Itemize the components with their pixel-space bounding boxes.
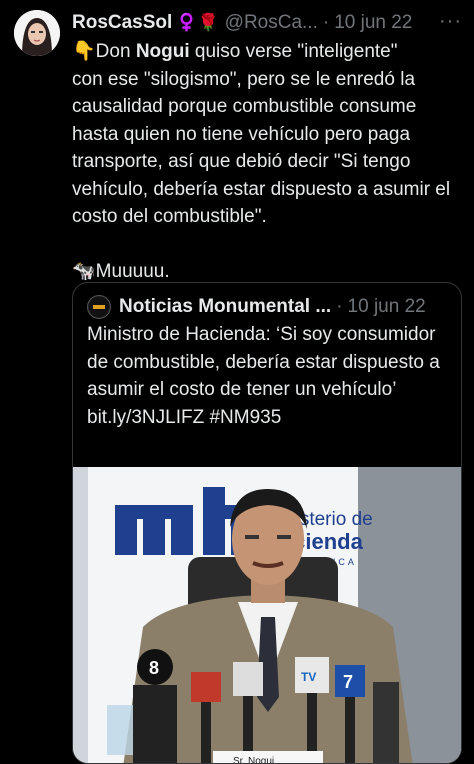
tweet-closing: 🐄Muuuuu.	[72, 258, 464, 286]
press-conference-image: Ministerio de Hacienda COSTA RICA 8	[73, 467, 461, 764]
mentioned-name: Nogui	[135, 41, 190, 62]
tweet-line-1: 👇Don Nogui quiso verse "inteligente"	[72, 38, 464, 66]
avatar-portrait-icon	[14, 10, 60, 56]
quoted-tweet-photo[interactable]: Ministerio de Hacienda COSTA RICA 8	[73, 467, 461, 764]
tweet-text-segment: Don	[95, 41, 136, 62]
tweet-date[interactable]: 10 jun 22	[334, 12, 412, 34]
quoted-author-avatar[interactable]	[87, 295, 111, 319]
quoted-tweet-card[interactable]: Noticias Monumental ... · 10 jun 22 Mini…	[72, 282, 462, 764]
news-logo-icon	[89, 297, 109, 317]
tweet-header: RosCasSol ♀️🌹 @RosCa... · 10 jun 22 ···	[72, 10, 462, 36]
author-handle[interactable]: @RosCa...	[225, 12, 318, 34]
tweet-text-segment: quiso verse "inteligente"	[189, 41, 398, 62]
cow-emoji: 🐄	[72, 260, 96, 282]
quoted-tweet-date[interactable]: 10 jun 22	[348, 296, 426, 318]
quoted-author-name[interactable]: Noticias Monumental ...	[119, 296, 331, 318]
quoted-tweet-text: Ministro de Hacienda: ‘Si soy consumidor…	[87, 324, 440, 428]
tweet-paragraph: con ese "silogismo", pero se le enredó l…	[72, 68, 451, 228]
mic-label-tv: TV	[301, 670, 316, 684]
pointing-down-emoji: 👇	[72, 41, 96, 62]
tweet-text: 👇Don Nogui quiso verse "inteligente" con…	[72, 38, 464, 285]
author-emoji: ♀️🌹	[176, 13, 219, 32]
closing-text: Muuuuu.	[95, 260, 170, 282]
mic-label-8: 8	[149, 658, 159, 678]
quoted-tweet-header: Noticias Monumental ... · 10 jun 22	[87, 294, 449, 320]
author-name[interactable]: RosCasSol	[72, 12, 172, 34]
author-avatar[interactable]	[14, 10, 60, 56]
mic-label-7: 7	[343, 672, 353, 692]
more-options-icon[interactable]: ···	[439, 10, 462, 33]
nameplate-text: Sr. Nogui	[233, 756, 274, 764]
header-separator: ·	[322, 12, 330, 33]
quoted-header-separator: ·	[336, 296, 343, 317]
